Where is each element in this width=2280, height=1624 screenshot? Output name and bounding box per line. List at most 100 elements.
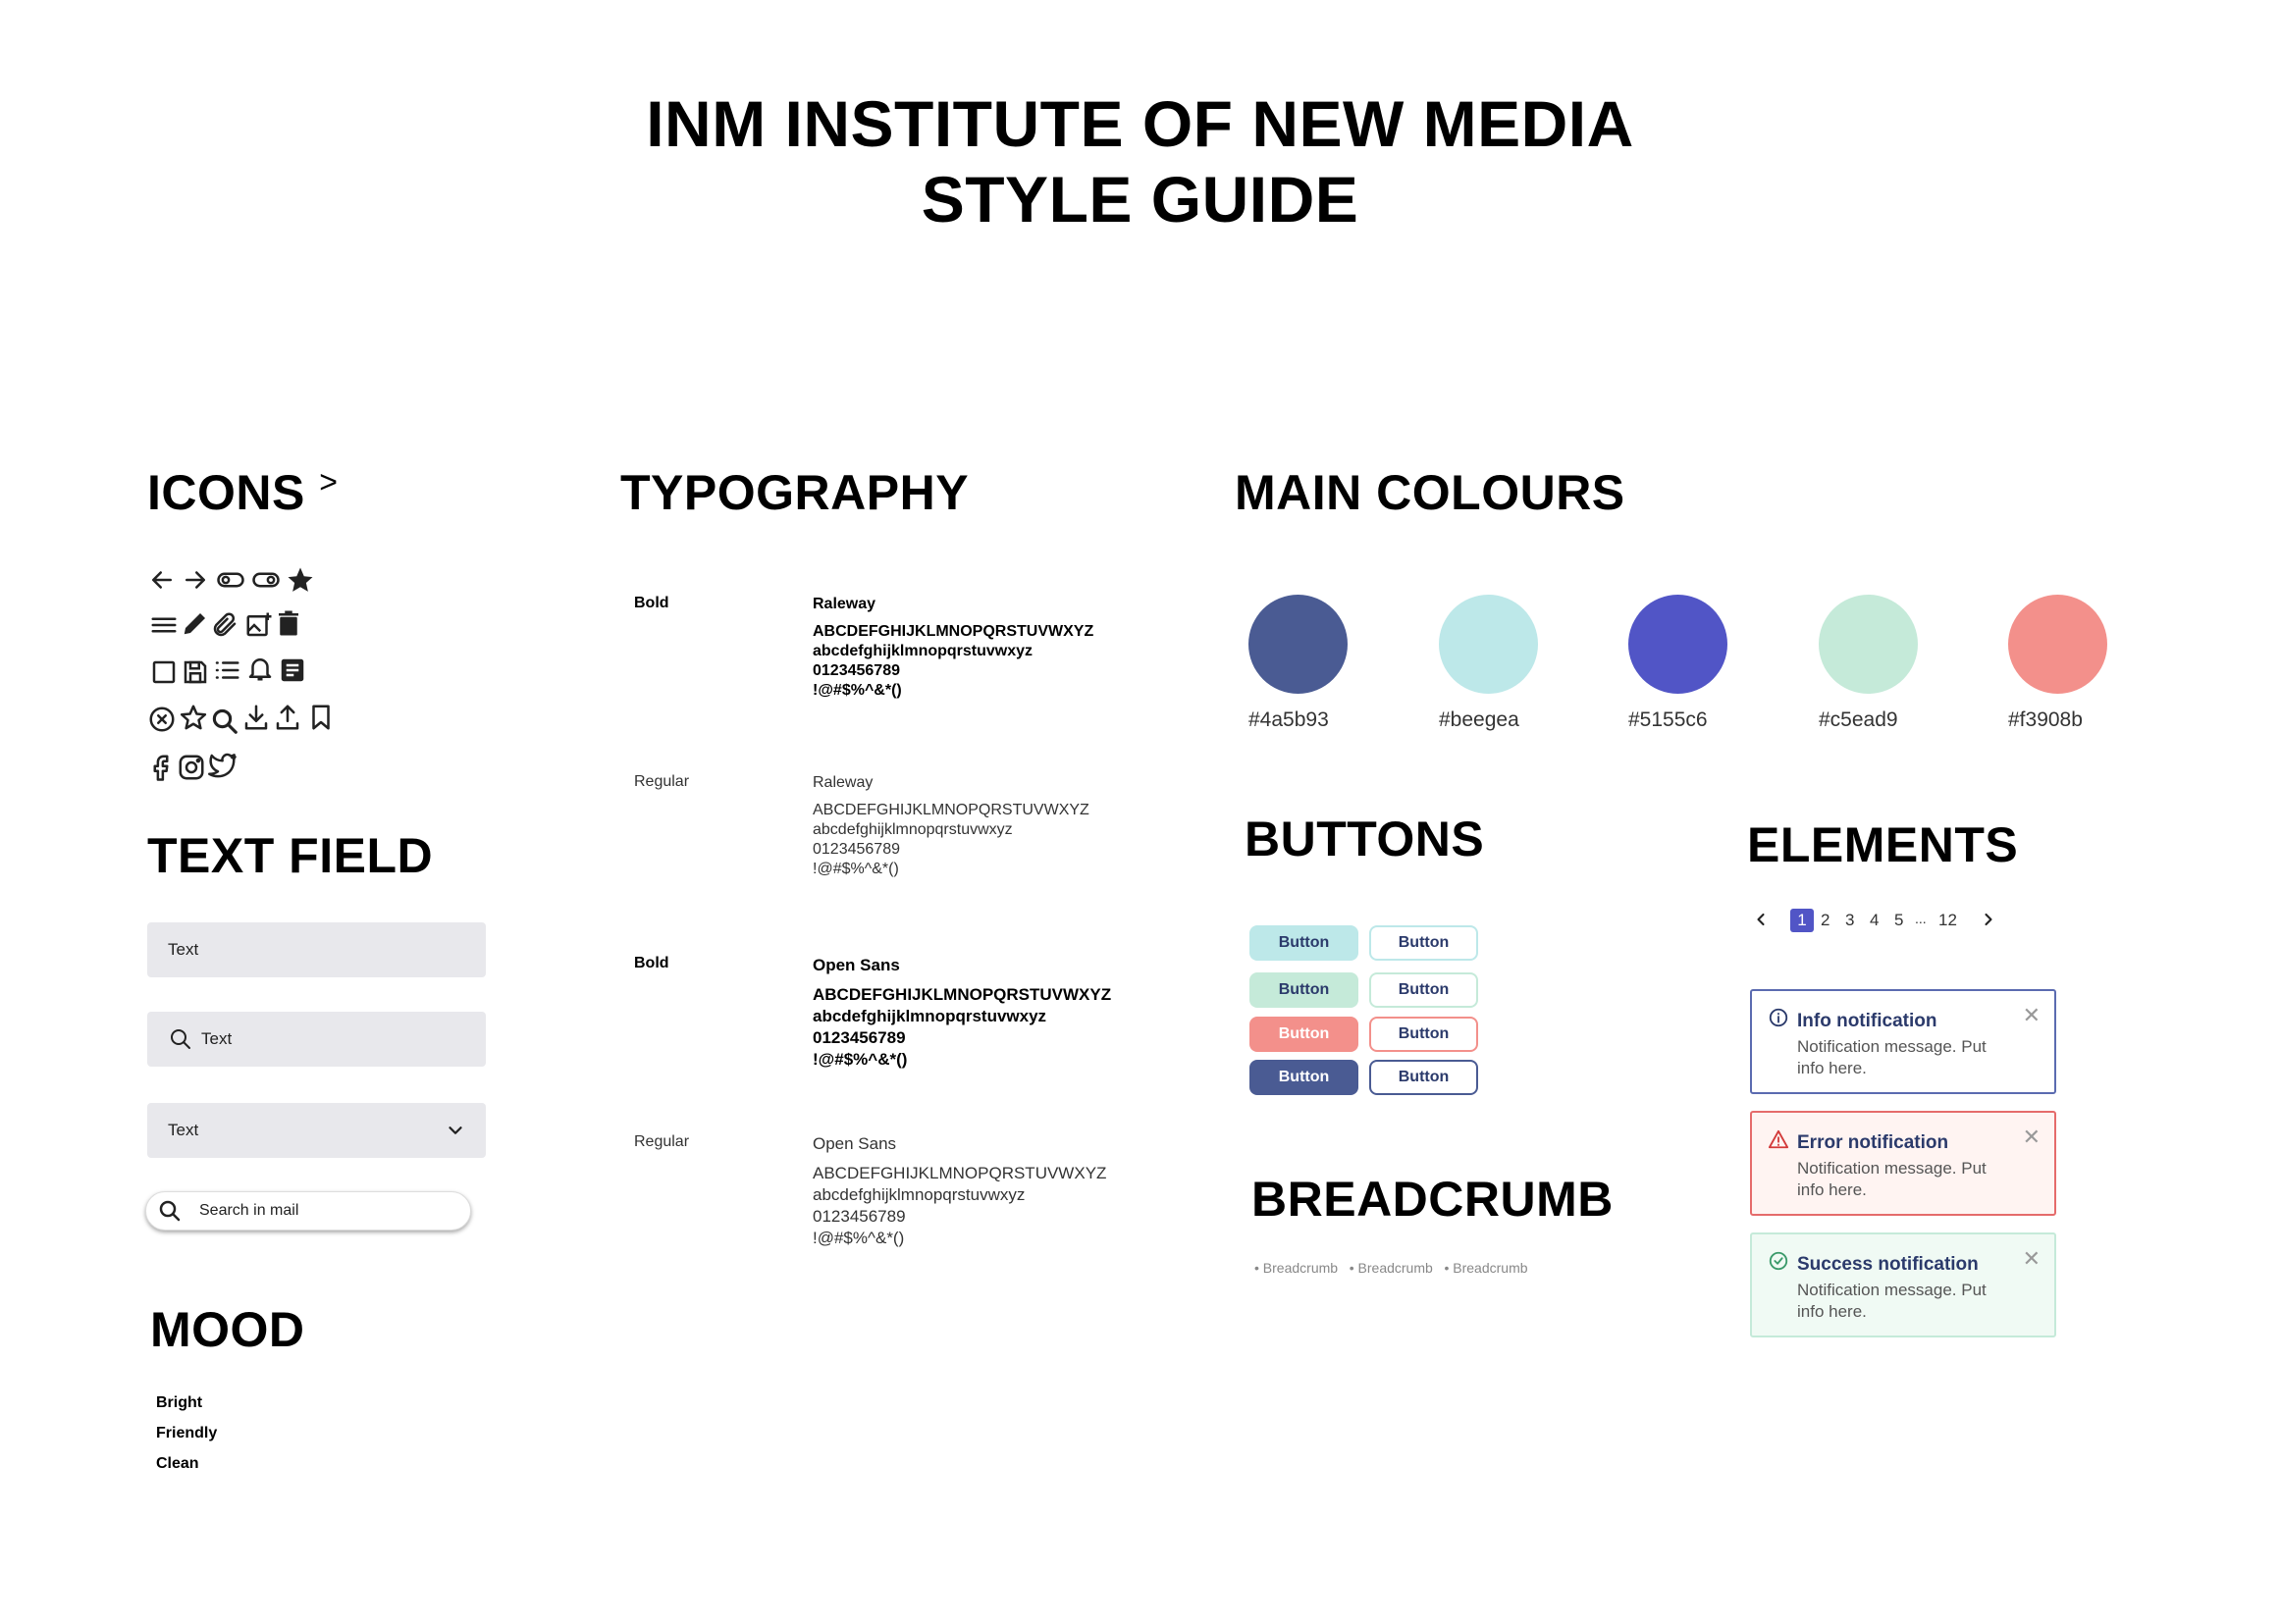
type-uppercase: ABCDEFGHIJKLMNOPQRSTUVWXYZ: [813, 802, 1089, 818]
bell-icon[interactable]: [245, 654, 275, 683]
button-filled-coral[interactable]: Button: [1249, 1017, 1358, 1052]
button-outline-navy[interactable]: Button: [1369, 1060, 1478, 1095]
type-symbols: !@#$%^&*(): [813, 861, 899, 877]
breadcrumb-item[interactable]: Breadcrumb: [1358, 1260, 1433, 1276]
notification-title: Info notification: [1797, 1011, 1937, 1031]
mail-search-input[interactable]: Search in mail: [145, 1191, 471, 1231]
colour-hex-label: #4a5b93: [1248, 708, 1329, 731]
pencil-icon[interactable]: [181, 608, 210, 638]
type-weight-label: Regular: [634, 773, 690, 790]
arrow-left-icon[interactable]: [147, 565, 177, 595]
breadcrumb-item[interactable]: Breadcrumb: [1263, 1260, 1338, 1276]
colour-hex-label: #c5ead9: [1819, 708, 1898, 731]
mood-item: Friendly: [156, 1425, 218, 1441]
download-icon[interactable]: [241, 703, 271, 732]
breadcrumb: • Breadcrumb • Breadcrumb • Breadcrumb: [1254, 1260, 1528, 1276]
button-outline-mint[interactable]: Button: [1369, 972, 1478, 1008]
add-image-icon[interactable]: [244, 610, 274, 640]
pagination-page[interactable]: 2: [1821, 911, 1829, 930]
info-icon: [1768, 1007, 1789, 1028]
arrow-right-icon[interactable]: [181, 565, 210, 595]
type-weight-label: Bold: [634, 595, 669, 611]
breadcrumb-separator: •: [1436, 1260, 1454, 1276]
breadcrumb-item[interactable]: Breadcrumb: [1453, 1260, 1527, 1276]
type-symbols: !@#$%^&*(): [813, 682, 902, 699]
list-icon[interactable]: [212, 655, 241, 685]
bookmark-icon[interactable]: [306, 703, 336, 732]
star-filled-icon[interactable]: [286, 565, 315, 595]
text-input[interactable]: Text: [147, 922, 486, 977]
pagination-page[interactable]: 3: [1845, 911, 1854, 930]
success-notification: Success notification Notification messag…: [1750, 1232, 2056, 1337]
facebook-icon[interactable]: [146, 753, 176, 782]
chevron-right-icon: >: [319, 464, 339, 499]
button-outline-teal[interactable]: Button: [1369, 925, 1478, 961]
button-filled-navy[interactable]: Button: [1249, 1060, 1358, 1095]
pagination-page[interactable]: 5: [1894, 911, 1903, 930]
colour-swatch: [1248, 595, 1348, 694]
close-icon[interactable]: ✕: [2023, 1125, 2041, 1150]
colour-swatch: [1628, 595, 1727, 694]
toggle-on-icon[interactable]: [251, 565, 281, 595]
menu-icon[interactable]: [149, 610, 179, 640]
icons-heading-label: ICONS: [147, 465, 305, 520]
text-field-heading: TEXT FIELD: [147, 828, 434, 883]
type-lowercase: abcdefghijklmnopqrstuvwxyz: [813, 643, 1034, 659]
notification-message: Notification message. Put info here.: [1797, 1037, 1987, 1077]
select-dropdown[interactable]: Text: [147, 1103, 486, 1158]
typography-heading: TYPOGRAPHY: [620, 465, 970, 520]
button-outline-coral[interactable]: Button: [1369, 1017, 1478, 1052]
notes-icon[interactable]: [278, 655, 307, 685]
pagination-page[interactable]: 4: [1870, 911, 1879, 930]
type-specimen: Open Sans ABCDEFGHIJKLMNOPQRSTUVWXYZ abc…: [813, 955, 1111, 1071]
type-symbols: !@#$%^&*(): [813, 1050, 908, 1069]
twitter-icon[interactable]: [208, 751, 238, 780]
type-lowercase: abcdefghijklmnopqrstuvwxyz: [813, 1007, 1047, 1025]
title-line-2: STYLE GUIDE: [921, 163, 1359, 236]
warning-icon: [1768, 1128, 1789, 1150]
close-circle-icon[interactable]: [147, 705, 177, 734]
toggle-off-icon[interactable]: [216, 565, 245, 595]
type-font-name: Raleway: [813, 774, 874, 791]
instagram-icon[interactable]: [177, 753, 206, 782]
chevron-down-icon: [445, 1120, 466, 1141]
mail-search-placeholder: Search in mail: [199, 1202, 299, 1219]
breadcrumb-separator: •: [1254, 1260, 1263, 1276]
chevron-right-icon[interactable]: [1979, 910, 1998, 929]
pagination-page-active[interactable]: 1: [1790, 909, 1814, 932]
mood-item: Bright: [156, 1394, 203, 1411]
page-title: INM INSTITUTE OF NEW MEDIA STYLE GUIDE: [0, 86, 2280, 237]
colour-swatch: [2008, 595, 2107, 694]
notification-message: Notification message. Put info here.: [1797, 1281, 1987, 1321]
button-filled-teal[interactable]: Button: [1249, 925, 1358, 961]
notification-title: Success notification: [1797, 1254, 1979, 1275]
button-filled-mint[interactable]: Button: [1249, 972, 1358, 1008]
search-icon: [169, 1027, 192, 1051]
chevron-left-icon[interactable]: [1751, 910, 1771, 929]
close-icon[interactable]: ✕: [2023, 1246, 2041, 1272]
type-specimen: Raleway ABCDEFGHIJKLMNOPQRSTUVWXYZ abcde…: [813, 773, 1089, 879]
save-icon[interactable]: [181, 657, 210, 687]
trash-icon[interactable]: [274, 608, 303, 638]
pagination-page[interactable]: 12: [1938, 911, 1957, 930]
checkbox-icon[interactable]: [149, 657, 179, 687]
type-font-name: Raleway: [813, 596, 876, 612]
search-icon: [158, 1199, 182, 1223]
type-specimen: Open Sans ABCDEFGHIJKLMNOPQRSTUVWXYZ abc…: [813, 1133, 1106, 1249]
type-font-name: Open Sans: [813, 956, 900, 974]
type-weight-label: Regular: [634, 1133, 690, 1150]
search-input[interactable]: Text: [147, 1012, 486, 1067]
upload-icon[interactable]: [273, 703, 302, 732]
star-outline-icon[interactable]: [179, 703, 208, 732]
check-circle-icon: [1768, 1250, 1789, 1272]
type-digits: 0123456789: [813, 1028, 906, 1047]
colour-swatch: [1819, 595, 1918, 694]
type-uppercase: ABCDEFGHIJKLMNOPQRSTUVWXYZ: [813, 1164, 1107, 1182]
type-lowercase: abcdefghijklmnopqrstuvwxyz: [813, 1185, 1026, 1204]
paperclip-icon[interactable]: [210, 610, 239, 640]
mood-heading: MOOD: [150, 1302, 305, 1357]
close-icon[interactable]: ✕: [2023, 1003, 2041, 1028]
colours-heading: MAIN COLOURS: [1235, 465, 1625, 520]
search-icon[interactable]: [210, 707, 239, 736]
type-uppercase: ABCDEFGHIJKLMNOPQRSTUVWXYZ: [813, 985, 1112, 1004]
